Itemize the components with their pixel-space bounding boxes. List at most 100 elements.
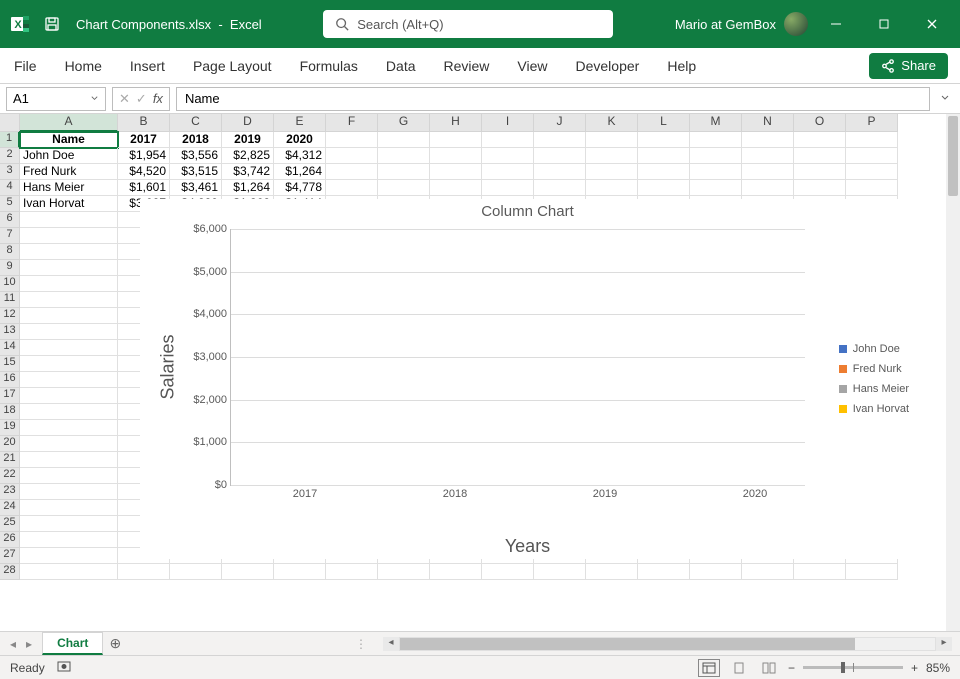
row-header-21[interactable]: 21 <box>0 452 20 468</box>
col-header-j[interactable]: J <box>534 114 586 132</box>
row-header-12[interactable]: 12 <box>0 308 20 324</box>
col-header-i[interactable]: I <box>482 114 534 132</box>
col-header-c[interactable]: C <box>170 114 222 132</box>
cell[interactable] <box>534 164 586 180</box>
row-header-19[interactable]: 19 <box>0 420 20 436</box>
cell[interactable] <box>638 180 690 196</box>
col-header-n[interactable]: N <box>742 114 794 132</box>
close-button[interactable] <box>912 10 952 38</box>
fx-icon[interactable]: fx <box>153 91 163 106</box>
cell[interactable] <box>742 164 794 180</box>
cell[interactable] <box>638 132 690 148</box>
cell[interactable] <box>794 180 846 196</box>
cell[interactable] <box>170 564 222 580</box>
cell[interactable] <box>846 132 898 148</box>
cell[interactable] <box>690 180 742 196</box>
cell[interactable] <box>326 148 378 164</box>
view-pagebreak-button[interactable] <box>758 659 780 677</box>
cell[interactable] <box>794 164 846 180</box>
cell[interactable]: $1,954 <box>118 148 170 164</box>
row-header-6[interactable]: 6 <box>0 212 20 228</box>
cell[interactable]: $4,520 <box>118 164 170 180</box>
col-header-f[interactable]: F <box>326 114 378 132</box>
ribbon-tab-review[interactable]: Review <box>442 52 492 80</box>
cell[interactable] <box>742 564 794 580</box>
cell[interactable] <box>534 564 586 580</box>
row-header-1[interactable]: 1 <box>0 132 20 148</box>
cell[interactable] <box>534 180 586 196</box>
cell[interactable] <box>378 148 430 164</box>
sheet-nav-first[interactable]: ◂ <box>6 635 20 653</box>
cell[interactable] <box>794 564 846 580</box>
cell[interactable]: $2,825 <box>222 148 274 164</box>
cell[interactable] <box>430 564 482 580</box>
row-header-26[interactable]: 26 <box>0 532 20 548</box>
cell[interactable] <box>20 436 118 452</box>
cell[interactable]: $3,556 <box>170 148 222 164</box>
col-header-e[interactable]: E <box>274 114 326 132</box>
cell[interactable] <box>20 212 118 228</box>
row-header-8[interactable]: 8 <box>0 244 20 260</box>
row-header-20[interactable]: 20 <box>0 436 20 452</box>
maximize-button[interactable] <box>864 10 904 38</box>
share-button[interactable]: Share <box>869 53 948 79</box>
cell[interactable] <box>20 324 118 340</box>
cell[interactable] <box>20 484 118 500</box>
row-header-15[interactable]: 15 <box>0 356 20 372</box>
cell[interactable] <box>378 132 430 148</box>
row-header-27[interactable]: 27 <box>0 548 20 564</box>
cell[interactable] <box>378 180 430 196</box>
ribbon-tab-view[interactable]: View <box>515 52 549 80</box>
vertical-scrollbar[interactable] <box>946 114 960 633</box>
cell[interactable]: $4,312 <box>274 148 326 164</box>
cell[interactable] <box>690 148 742 164</box>
cell[interactable] <box>118 564 170 580</box>
cell[interactable]: $3,742 <box>222 164 274 180</box>
col-header-d[interactable]: D <box>222 114 274 132</box>
cell[interactable] <box>430 132 482 148</box>
cell[interactable] <box>690 164 742 180</box>
row-header-24[interactable]: 24 <box>0 500 20 516</box>
cell[interactable] <box>326 564 378 580</box>
row-header-5[interactable]: 5 <box>0 196 20 212</box>
row-header-17[interactable]: 17 <box>0 388 20 404</box>
cell[interactable] <box>20 548 118 564</box>
cell[interactable] <box>20 388 118 404</box>
cell[interactable] <box>846 164 898 180</box>
search-box[interactable]: Search (Alt+Q) <box>323 10 613 38</box>
cell[interactable] <box>378 164 430 180</box>
row-header-22[interactable]: 22 <box>0 468 20 484</box>
cell[interactable] <box>20 228 118 244</box>
view-normal-button[interactable] <box>698 659 720 677</box>
ribbon-tab-home[interactable]: Home <box>63 52 104 80</box>
zoom-out-button[interactable]: − <box>788 661 795 675</box>
cell[interactable] <box>20 452 118 468</box>
cell[interactable] <box>20 276 118 292</box>
spreadsheet-grid[interactable]: ABCDEFGHIJKLMNOP 12345678910111213141516… <box>0 114 960 633</box>
cell[interactable] <box>430 148 482 164</box>
cell[interactable] <box>326 180 378 196</box>
cell[interactable]: $3,515 <box>170 164 222 180</box>
col-header-g[interactable]: G <box>378 114 430 132</box>
user-name[interactable]: Mario at GemBox <box>675 17 776 32</box>
ribbon-tab-help[interactable]: Help <box>665 52 698 80</box>
minimize-button[interactable] <box>816 10 856 38</box>
row-header-2[interactable]: 2 <box>0 148 20 164</box>
col-header-o[interactable]: O <box>794 114 846 132</box>
cell[interactable]: Name <box>20 132 118 148</box>
scroll-left-button[interactable]: ◂ <box>383 637 399 651</box>
embedded-chart[interactable]: Column Chart Salaries $0$1,000$2,000$3,0… <box>140 199 915 559</box>
cell[interactable] <box>690 132 742 148</box>
cell[interactable] <box>378 564 430 580</box>
cell[interactable]: 2018 <box>170 132 222 148</box>
col-header-m[interactable]: M <box>690 114 742 132</box>
row-header-28[interactable]: 28 <box>0 564 20 580</box>
cell[interactable] <box>534 148 586 164</box>
accept-formula-icon[interactable]: ✓ <box>136 91 147 107</box>
row-header-3[interactable]: 3 <box>0 164 20 180</box>
formula-input[interactable]: Name <box>176 87 930 111</box>
ribbon-tab-developer[interactable]: Developer <box>574 52 642 80</box>
cell[interactable] <box>20 340 118 356</box>
cell[interactable] <box>20 244 118 260</box>
cell[interactable] <box>638 164 690 180</box>
